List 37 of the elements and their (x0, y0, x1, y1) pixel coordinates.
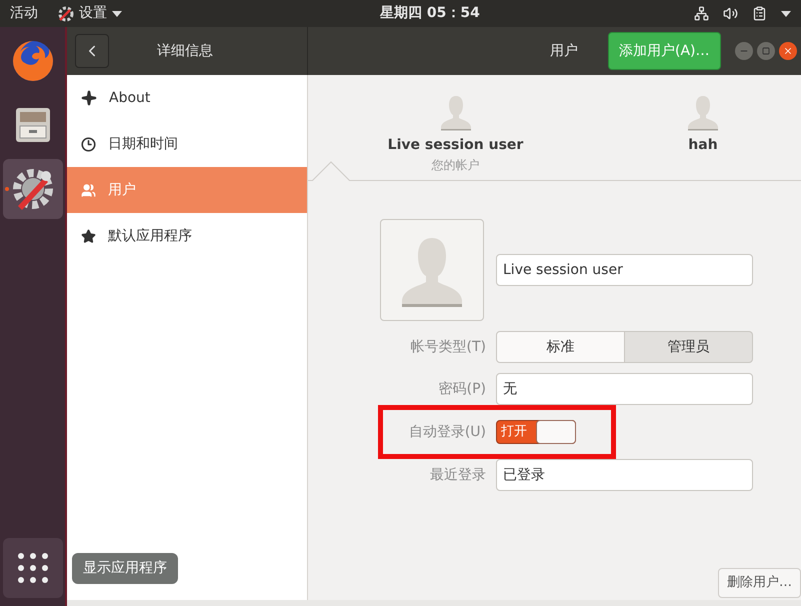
field-label: 密码(P) (438, 380, 486, 398)
password-field[interactable]: 无 (496, 373, 753, 405)
caret-icon (781, 10, 791, 16)
activities-button[interactable]: 活动 (10, 3, 38, 24)
maximize-icon (762, 47, 770, 55)
autologin-switch[interactable]: 打开 (496, 420, 576, 444)
users-icon (81, 182, 96, 198)
caret-icon (112, 10, 122, 16)
app-menu[interactable]: 设置 (58, 3, 122, 24)
user-tile[interactable]: Live session user 您的帐户 (308, 75, 603, 180)
star-icon (81, 228, 96, 244)
dock-item[interactable] (2, 159, 62, 219)
app-grid-icon[interactable] (16, 552, 48, 584)
sidebar-title: 详细信息 (157, 42, 213, 60)
switch-thumb (536, 420, 576, 444)
delete-user-button[interactable]: 删除用户… (718, 568, 801, 598)
sidebar-item[interactable]: 默认应用程序 (67, 213, 307, 259)
clock[interactable]: 星期四 05：54 (380, 3, 480, 24)
network-icon[interactable] (694, 6, 709, 21)
account-type-option[interactable]: 标准 (496, 331, 625, 363)
settings-icon (58, 6, 74, 22)
clock-icon (81, 136, 96, 152)
sparkle-icon (81, 90, 97, 106)
sidebar-item[interactable]: About (67, 75, 307, 121)
user-tile[interactable]: hah (603, 75, 801, 180)
close-icon (782, 46, 793, 56)
page-title: 用户 (550, 42, 578, 60)
last-login-field[interactable]: 已登录 (496, 459, 753, 491)
field-label: 自动登录(U) (408, 422, 486, 442)
field-label: 帐号类型(T) (410, 338, 486, 356)
account-type-option[interactable]: 管理员 (625, 331, 753, 363)
sidebar-item[interactable]: 日期和时间 (67, 121, 307, 167)
field-label: 最近登录 (429, 466, 486, 484)
volume-icon[interactable] (723, 6, 738, 21)
close-button[interactable] (778, 42, 797, 60)
name-field[interactable]: Live session user (496, 254, 753, 286)
tooltip: 显示应用程序 (72, 553, 178, 584)
